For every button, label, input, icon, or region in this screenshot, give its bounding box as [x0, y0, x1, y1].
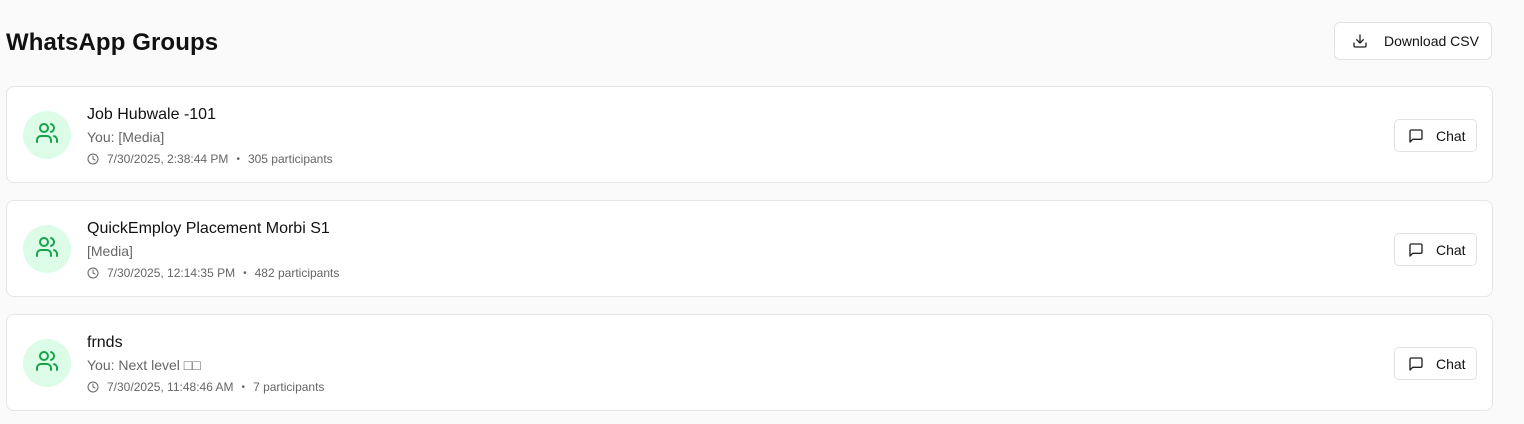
users-icon: [35, 121, 59, 150]
group-card[interactable]: Job Hubwale -101 You: [Media] 7/30/2025,…: [6, 86, 1493, 183]
group-name: frnds: [87, 334, 123, 351]
message-square-icon: [1408, 242, 1424, 258]
timestamp: 7/30/2025, 11:48:46 AM: [107, 380, 234, 394]
users-icon: [35, 235, 59, 264]
chat-label: Chat: [1436, 241, 1466, 258]
participant-count: 305 participants: [247, 152, 333, 166]
chat-button[interactable]: Chat: [1394, 119, 1477, 152]
group-meta: 7/30/2025, 11:48:46 AM • 7 participants: [87, 380, 324, 394]
clock-icon: [87, 381, 99, 393]
meta-separator: •: [241, 381, 246, 393]
last-message: [Media]: [87, 243, 133, 259]
group-name: Job Hubwale -101: [87, 106, 216, 123]
download-csv-button[interactable]: Download CSV: [1334, 22, 1492, 60]
meta-separator: •: [243, 267, 247, 279]
group-avatar: [23, 111, 71, 159]
clock-icon: [87, 153, 99, 165]
group-card[interactable]: frnds You: Next level □□ 7/30/2025, 11:4…: [6, 314, 1493, 411]
chat-button[interactable]: Chat: [1394, 233, 1477, 266]
download-icon: [1352, 33, 1368, 49]
participant-count: 7 participants: [253, 380, 325, 394]
chat-label: Chat: [1436, 355, 1466, 372]
timestamp: 7/30/2025, 12:14:35 PM: [107, 266, 236, 280]
clock-icon: [87, 267, 99, 279]
group-avatar: [23, 225, 71, 273]
download-csv-label: Download CSV: [1384, 33, 1479, 49]
group-meta: 7/30/2025, 12:14:35 PM • 482 participant…: [87, 266, 339, 280]
page: WhatsApp Groups Download CSV Job Hubwale: [0, 0, 1524, 424]
chat-label: Chat: [1436, 127, 1466, 144]
group-meta: 7/30/2025, 2:38:44 PM • 305 participants: [87, 152, 333, 166]
last-message: You: [Media]: [87, 129, 165, 145]
group-card[interactable]: QuickEmploy Placement Morbi S1 [Media] 7…: [6, 200, 1493, 297]
message-square-icon: [1408, 356, 1424, 372]
last-message: You: Next level □□: [87, 357, 201, 373]
page-title: WhatsApp Groups: [6, 29, 219, 56]
group-avatar: [23, 339, 71, 387]
chat-button[interactable]: Chat: [1394, 347, 1477, 380]
meta-separator: •: [236, 153, 240, 165]
users-icon: [35, 349, 59, 378]
group-name: QuickEmploy Placement Morbi S1: [87, 220, 330, 237]
timestamp: 7/30/2025, 2:38:44 PM: [107, 152, 229, 166]
participant-count: 482 participants: [254, 266, 340, 280]
message-square-icon: [1408, 128, 1424, 144]
